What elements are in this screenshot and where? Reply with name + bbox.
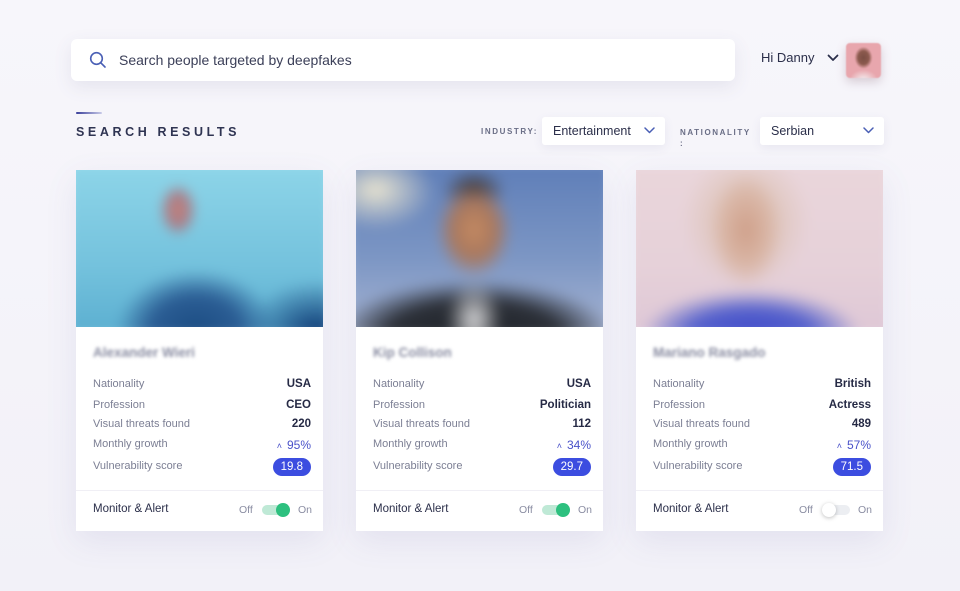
visual-threats-value: 112 [572,418,591,430]
toggle-knob[interactable] [556,503,570,517]
section-accent-line [76,112,102,114]
toggle-off-label: Off [519,504,533,516]
monitor-alert-label: Monitor & Alert [93,503,169,515]
vulnerability-row: Vulnerability score 19.8 [93,458,311,476]
monitor-alert-toggle[interactable] [542,503,570,517]
caret-up-icon: ˄ [836,441,842,451]
monitor-alert-toggle[interactable] [262,503,290,517]
toggle-off-label: Off [799,504,813,516]
person-card[interactable]: Alexander Wieri Nationality USA Professi… [76,170,323,531]
monthly-growth-row: Monthly growth ˄ 95% [93,438,311,454]
caret-up-icon: ˄ [276,441,282,451]
monthly-growth-percent: 57% [846,438,871,452]
card-divider [356,490,603,491]
industry-select[interactable]: Entertainment [542,117,665,145]
person-name: Kip Collison [373,345,452,360]
person-name: Alexander Wieri [93,345,195,360]
person-card[interactable]: Mariano Rasgado Nationality British Prof… [636,170,883,531]
monthly-growth-value: ˄ 57% [837,438,871,452]
vulnerability-score-badge: 29.7 [552,458,591,476]
chevron-down-icon [644,127,655,134]
vulnerability-label: Vulnerability score [373,460,463,472]
monthly-growth-percent: 34% [566,438,591,452]
nationality-label: Nationality [93,378,145,390]
monthly-growth-label: Monthly growth [373,438,448,450]
monitor-alert-label: Monitor & Alert [373,503,449,515]
search-bar[interactable] [71,39,735,81]
person-photo [356,170,603,327]
visual-threats-value: 220 [291,418,311,430]
chevron-down-icon[interactable] [827,54,839,62]
industry-filter-label: INDUSTRY: [481,127,539,136]
person-photo [76,170,323,327]
visual-threats-label: Visual threats found [373,418,471,430]
visual-threats-value: 489 [851,418,871,430]
visual-threats-label: Visual threats found [93,418,191,430]
person-photo [636,170,883,327]
nationality-label: Nationality [373,378,425,390]
profession-label: Profession [93,399,145,411]
profession-row: Profession CEO [93,399,311,415]
monthly-growth-value: ˄ 34% [557,438,591,452]
section-title: SEARCH RESULTS [76,125,241,139]
toggle-knob[interactable] [276,503,290,517]
toggle-on-label: On [578,504,593,516]
monitor-alert-label: Monitor & Alert [653,503,729,515]
profession-value: Politician [539,399,591,411]
visual-threats-row: Visual threats found 112 [373,418,591,434]
monthly-growth-value: ˄ 95% [277,438,311,452]
card-divider [636,490,883,491]
vulnerability-score-badge: 19.8 [272,458,311,476]
monthly-growth-row: Monthly growth ˄ 57% [653,438,871,454]
profession-value: CEO [286,399,311,411]
nationality-select[interactable]: Serbian [760,117,884,145]
vulnerability-row: Vulnerability score 71.5 [653,458,871,476]
user-menu[interactable]: Hi Danny [761,50,839,65]
search-icon [89,51,106,68]
profession-value: Actress [828,399,871,411]
toggle-knob[interactable] [822,503,836,517]
visual-threats-row: Visual threats found 489 [653,418,871,434]
monthly-growth-percent: 95% [286,438,311,452]
nationality-row: Nationality USA [373,378,591,394]
person-name: Mariano Rasgado [653,345,766,360]
search-input[interactable] [119,49,699,71]
card-divider [76,490,323,491]
chevron-down-icon [863,127,874,134]
visual-threats-row: Visual threats found 220 [93,418,311,434]
vulnerability-label: Vulnerability score [93,460,183,472]
user-avatar[interactable] [846,43,881,78]
monitor-alert-toggle[interactable] [822,503,850,517]
nationality-value: USA [566,378,591,390]
caret-up-icon: ˄ [556,441,562,451]
profession-label: Profession [373,399,425,411]
nationality-label: Nationality [653,378,705,390]
profession-row: Profession Actress [653,399,871,415]
toggle-off-label: Off [239,504,253,516]
vulnerability-score-badge: 71.5 [832,458,871,476]
greeting-text: Hi Danny [761,50,815,65]
monthly-growth-label: Monthly growth [93,438,168,450]
nationality-row: Nationality USA [93,378,311,394]
vulnerability-label: Vulnerability score [653,460,743,472]
toggle-on-label: On [858,504,873,516]
profession-row: Profession Politician [373,399,591,415]
nationality-value: British [834,378,871,390]
nationality-filter-label: NATIONALITY : [680,128,751,148]
monthly-growth-row: Monthly growth ˄ 34% [373,438,591,454]
monthly-growth-label: Monthly growth [653,438,728,450]
vulnerability-row: Vulnerability score 29.7 [373,458,591,476]
nationality-row: Nationality British [653,378,871,394]
industry-select-value: Entertainment [553,124,631,138]
nationality-value: USA [286,378,311,390]
nationality-select-value: Serbian [771,124,815,138]
profession-label: Profession [653,399,705,411]
visual-threats-label: Visual threats found [653,418,751,430]
person-card[interactable]: Kip Collison Nationality USA Profession … [356,170,603,531]
toggle-on-label: On [298,504,313,516]
